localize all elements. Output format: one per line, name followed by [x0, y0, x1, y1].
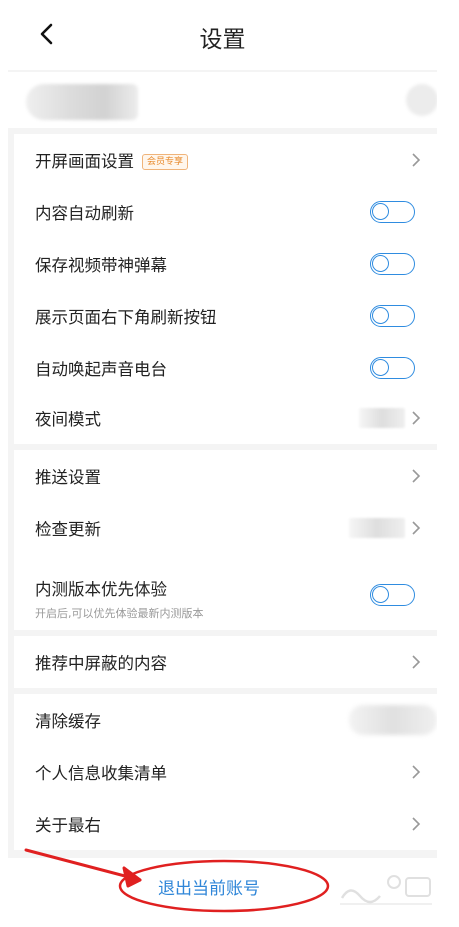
chevron-right-icon — [412, 521, 421, 535]
refresh-button-toggle[interactable] — [370, 305, 415, 327]
row-show-refresh-button[interactable]: 展示页面右下角刷新按钮 — [14, 290, 437, 342]
page-title: 设置 — [199, 27, 246, 53]
row-label: 关于最右 — [35, 816, 101, 835]
row-personal-info-list[interactable]: 个人信息收集清单 — [14, 746, 437, 798]
row-auto-refresh[interactable]: 内容自动刷新 — [14, 186, 437, 238]
toggle-knob — [372, 586, 389, 603]
header-bar: 设置 — [8, 0, 437, 70]
chevron-right-icon — [412, 469, 421, 483]
beta-priority-toggle[interactable] — [370, 584, 415, 606]
toggle-knob — [372, 307, 389, 324]
member-only-badge: 会员专享 — [142, 153, 189, 170]
chevron-right-icon — [412, 153, 421, 167]
row-label: 个人信息收集清单 — [35, 764, 167, 783]
row-clear-cache[interactable]: 清除缓存 — [14, 694, 437, 746]
chevron-right-icon — [412, 817, 421, 831]
row-label: 清除缓存 — [35, 712, 101, 731]
voice-radio-toggle[interactable] — [370, 357, 415, 379]
row-push-settings[interactable]: 推送设置 — [14, 450, 437, 502]
row-label: 开屏画面设置 — [35, 152, 134, 171]
row-label: 内容自动刷新 — [35, 204, 134, 223]
row-auto-voice-radio[interactable]: 自动唤起声音电台 — [14, 342, 437, 394]
row-check-update[interactable]: 检查更新 — [14, 502, 437, 554]
row-label: 自动唤起声音电台 — [35, 360, 167, 379]
row-about[interactable]: 关于最右 — [14, 798, 437, 850]
toggle-knob — [372, 203, 389, 220]
chevron-right-icon — [412, 655, 421, 669]
blurred-user-info — [26, 84, 138, 120]
chevron-right-icon — [412, 411, 421, 425]
settings-section-general: 开屏画面设置 会员专享 内容自动刷新 保存视频带神弹幕 展示页面右下角刷新按钮 自… — [14, 134, 437, 444]
settings-section-blocked: 推荐中屏蔽的内容 — [14, 636, 437, 688]
blurred-avatar — [406, 84, 437, 116]
chevron-right-icon — [412, 765, 421, 779]
row-splash-screen-settings[interactable]: 开屏画面设置 会员专享 — [14, 134, 437, 186]
logout-button[interactable]: 退出当前账号 — [158, 874, 260, 899]
settings-section-update: 推送设置 检查更新 内测版本优先体验 开启后,可以优先体验最新内测版本 — [14, 450, 437, 630]
watermark-logo — [340, 875, 432, 905]
row-label: 展示页面右下角刷新按钮 — [35, 308, 217, 327]
settings-screen: 设置 开屏画面设置 会员专享 内容自动刷新 保存视频带神弹幕 展示页面右下角刷新按… — [8, 0, 437, 916]
row-beta-priority[interactable]: 内测版本优先体验 开启后,可以优先体验最新内测版本 — [14, 560, 437, 630]
row-blocked-content[interactable]: 推荐中屏蔽的内容 — [14, 636, 437, 688]
row-label: 推荐中屏蔽的内容 — [35, 654, 167, 673]
row-label: 推送设置 — [35, 468, 101, 487]
row-sublabel: 开启后,可以优先体验最新内测版本 — [35, 607, 204, 620]
toggle-knob — [372, 255, 389, 272]
blurred-version-value — [349, 518, 405, 538]
blurred-value — [359, 408, 405, 428]
toggle-knob — [372, 359, 389, 376]
row-label: 夜间模式 — [35, 410, 101, 429]
blurred-cache-size — [349, 705, 437, 735]
row-label: 检查更新 — [35, 520, 101, 539]
logout-bar: 退出当前账号 — [8, 858, 437, 916]
account-bar[interactable] — [8, 72, 437, 128]
row-label: 保存视频带神弹幕 — [35, 256, 167, 275]
row-save-video-danmaku[interactable]: 保存视频带神弹幕 — [14, 238, 437, 290]
row-label: 内测版本优先体验 — [35, 580, 167, 599]
save-danmaku-toggle[interactable] — [370, 253, 415, 275]
row-night-mode[interactable]: 夜间模式 — [14, 392, 437, 444]
settings-section-about: 清除缓存 个人信息收集清单 关于最右 — [14, 694, 437, 850]
auto-refresh-toggle[interactable] — [370, 201, 415, 223]
